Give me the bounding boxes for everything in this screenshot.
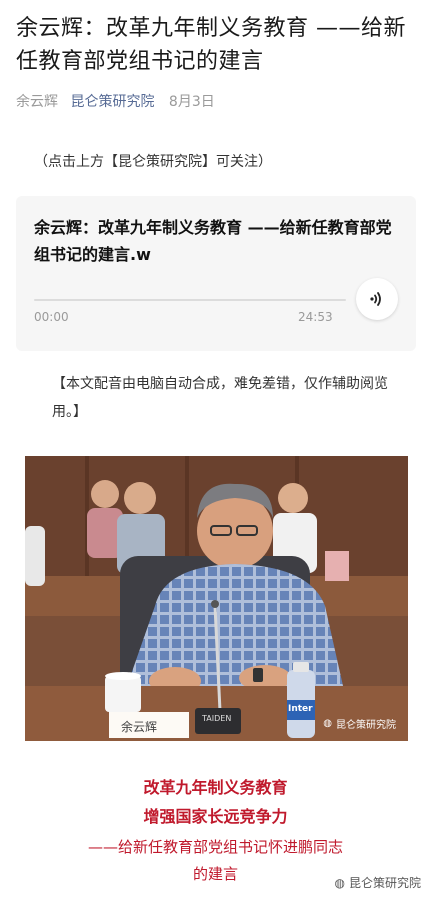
photo-watermark-text: 昆仑策研究院 (336, 720, 396, 731)
audio-wave-icon (370, 292, 381, 306)
wechat-icon: ◍ (323, 718, 332, 729)
follow-notice: （点击上方【昆仑策研究院】可关注） (34, 154, 272, 170)
caption-line-1: 改革九年制义务教育 (143, 778, 288, 797)
bottom-watermark-text: 昆仑策研究院 (348, 876, 421, 890)
mic-brand-label: TAIDEN (202, 714, 232, 723)
caption-line-2: 增强国家长远竞争力 (143, 807, 288, 826)
photo-watermark: ◍ 昆仑策研究院 (323, 716, 396, 731)
nameplate-text: 余云辉 (121, 720, 158, 734)
bottle-label: Inter (288, 704, 313, 714)
disclaimer-text: 【本文配音由电脑自动合成，难免差错，仅作辅助阅览用。】 (52, 376, 388, 420)
audio-duration: 24:53 (298, 310, 333, 324)
meeting-photo-illustration (25, 456, 408, 741)
meeting-photo: 余云辉 TAIDEN Inter ◍ 昆仑策研究院 (25, 456, 408, 741)
audio-title: 余云辉：改革九年制义务教育 ——给新任教育部党组书记的建言.w (34, 218, 392, 264)
article-meta: 余云辉 昆仑策研究院 8月3日 (16, 91, 215, 111)
publish-date: 8月3日 (168, 94, 215, 110)
account-link[interactable]: 昆仑策研究院 (70, 94, 154, 110)
audio-current-time: 00:00 (34, 310, 69, 324)
caption-line-3: ——给新任教育部党组书记怀进鹏同志 (87, 838, 343, 856)
article-title: 余云辉：改革九年制义务教育 ——给新任教育部党组书记的建言 (16, 16, 406, 74)
wechat-logo-icon: ◍ (334, 875, 345, 890)
audio-progress-bar[interactable] (34, 299, 346, 301)
audio-play-button[interactable] (356, 278, 398, 320)
bottom-watermark: ◍ 昆仑策研究院 (335, 874, 422, 891)
audio-player[interactable]: 余云辉：改革九年制义务教育 ——给新任教育部党组书记的建言.w 00:00 24… (16, 196, 416, 351)
author-name: 余云辉 (16, 94, 58, 110)
